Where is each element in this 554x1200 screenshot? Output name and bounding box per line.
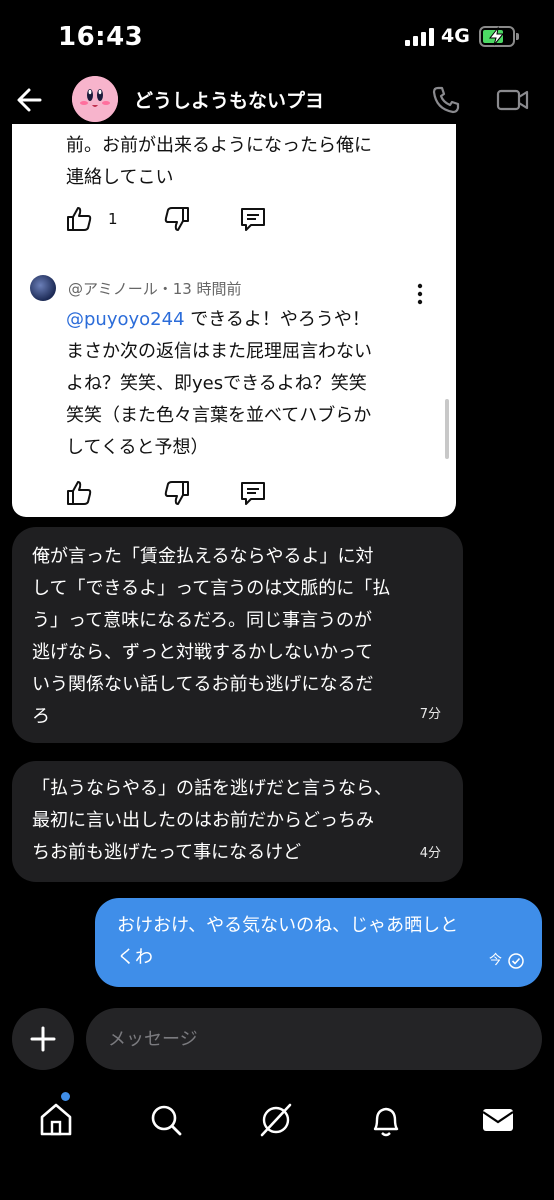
video-call-button[interactable]: [496, 84, 530, 116]
status-time: 16:43: [58, 22, 144, 52]
tab-messages[interactable]: [476, 1098, 520, 1142]
call-button[interactable]: [430, 84, 462, 116]
mention-link[interactable]: @puyoyo244: [66, 309, 185, 330]
message-time: 4分: [419, 846, 441, 861]
message-time: 7分: [419, 707, 441, 722]
home-icon: [40, 1103, 72, 1136]
tab-notifications[interactable]: [364, 1098, 408, 1142]
phone-icon: [432, 86, 460, 114]
search-icon: [151, 1105, 182, 1136]
read-check-icon: [508, 953, 524, 969]
chat-header: どうしようもないプヨ: [0, 70, 554, 130]
video-camera-icon: [496, 89, 529, 111]
signal-icon: [405, 28, 437, 46]
reply-avatar: [30, 275, 56, 301]
message-bubble-received[interactable]: 俺が言った「賃金払えるならやるよ」に対 して「できるよ」って言うのは文脈的に「払…: [12, 527, 463, 743]
comment-actions: 1: [64, 204, 284, 238]
back-button[interactable]: [12, 82, 48, 118]
message-time: 今: [488, 953, 502, 968]
battery-icon: [479, 26, 519, 47]
chat-title[interactable]: どうしようもないプヨ: [134, 86, 324, 113]
home-indicator-area: [0, 1156, 554, 1200]
reply-actions: [64, 478, 284, 512]
arrow-left-icon: [17, 88, 42, 112]
thumbs-down-icon[interactable]: [162, 204, 192, 234]
add-media-button[interactable]: [12, 1008, 74, 1070]
like-count: 1: [108, 210, 118, 228]
message-bubble-received[interactable]: 「払うならやる」の話を逃げだと言うなら、 最初に言い出したのはお前だからどっちみ…: [12, 761, 463, 882]
grok-icon: [260, 1103, 292, 1137]
bottom-tab-bar: [0, 1086, 554, 1156]
network-type: 4G: [441, 25, 470, 47]
reply-text: @puyoyo244 できるよ！やろうや！ まさか次の返信はまた屁理屈言わない …: [66, 309, 372, 458]
thumbs-up-icon[interactable]: [64, 204, 94, 234]
comment-text: 前。お前が出来るようになったら俺に 連絡してこい: [66, 135, 372, 188]
shared-comment-card: 前。お前が出来るようになったら俺に 連絡してこい 1 @アミノール・13 時間前…: [12, 124, 456, 517]
scrollbar[interactable]: [445, 399, 449, 459]
tab-search[interactable]: [144, 1098, 188, 1142]
tab-home[interactable]: [34, 1098, 78, 1142]
thumbs-down-icon[interactable]: [162, 478, 192, 508]
bell-icon: [373, 1107, 399, 1137]
reply-meta: @アミノール・13 時間前: [68, 280, 242, 298]
message-meta: 今: [489, 945, 524, 977]
avatar[interactable]: [72, 76, 118, 122]
mail-icon: [482, 1109, 514, 1131]
status-bar: 16:43 4G: [0, 0, 554, 70]
message-bubble-sent[interactable]: おけおけ、やる気ないのね、じゃあ晒しと くわ 今: [95, 898, 542, 987]
more-options-icon[interactable]: [412, 282, 428, 306]
reply-icon[interactable]: [238, 204, 268, 234]
tab-grok[interactable]: [254, 1098, 298, 1142]
notification-dot: [61, 1092, 70, 1101]
thumbs-up-icon[interactable]: [64, 478, 94, 508]
plus-icon: [30, 1026, 56, 1052]
message-input[interactable]: [86, 1008, 542, 1070]
reply-icon[interactable]: [238, 478, 268, 508]
